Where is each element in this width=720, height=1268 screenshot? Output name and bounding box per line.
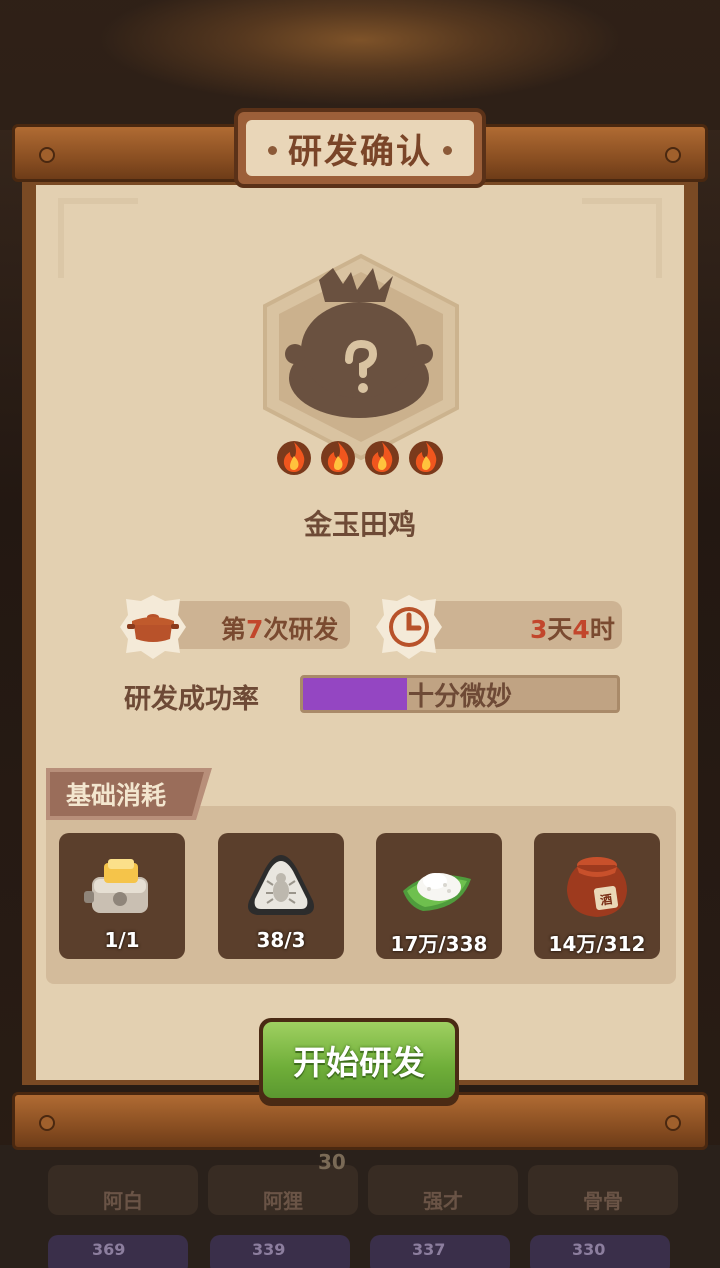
title-dot	[268, 146, 277, 155]
start-research-button-face[interactable]: 开始研发	[263, 1022, 455, 1098]
dialog-title: 研发确认	[288, 131, 432, 172]
consumption-title: 基础消耗	[66, 781, 167, 810]
success-rate-label: 研发成功率	[124, 684, 259, 715]
title-plaque-inner: 研发确认	[246, 120, 474, 176]
toaster-icon	[84, 859, 148, 913]
consumption-item[interactable]: 17万/338	[376, 833, 502, 959]
title-plaque: 研发确认	[234, 108, 486, 188]
rice-on-leaf-icon	[403, 873, 471, 911]
clock-icon	[376, 595, 442, 659]
research-count: 第7次研发	[221, 615, 339, 644]
roller-knob	[665, 1115, 681, 1131]
background-character-name: 骨骨	[583, 1189, 623, 1213]
consumption-item[interactable]: 38/3	[218, 833, 344, 959]
wine-jar-icon: 酒	[567, 857, 627, 917]
flame-icon	[321, 441, 355, 475]
roller-knob	[665, 147, 681, 163]
success-rate-bar: 十分微妙	[300, 675, 620, 713]
background-level: 330	[572, 1240, 606, 1259]
dish-name: 金玉田鸡	[303, 508, 416, 541]
item-count: 14万/312	[548, 932, 646, 956]
item-count: 17万/338	[390, 932, 488, 956]
start-research-button[interactable]: 开始研发	[259, 1018, 459, 1106]
corner-ornament	[582, 198, 662, 278]
research-duration: 3天4时	[530, 615, 615, 644]
game-screen: 阿白 阿狸 强才 骨骨 30 369 339 337 330 研发确认 金玉田鸡…	[0, 0, 720, 1268]
title-dot	[443, 146, 452, 155]
background-level: 337	[412, 1240, 446, 1259]
item-count: 38/3	[256, 928, 306, 952]
corner-ornament	[58, 198, 138, 278]
svg-text:酒: 酒	[599, 892, 613, 908]
start-research-label: 开始研发	[293, 1043, 425, 1082]
background-character-name: 阿白	[103, 1189, 143, 1213]
consumption-item[interactable]: 酒 14万/312	[534, 833, 660, 959]
background-level: 339	[252, 1240, 286, 1259]
difficulty-flames	[277, 441, 443, 475]
consumption-item[interactable]: 1/1	[59, 833, 185, 959]
background-level: 369	[92, 1240, 126, 1259]
unknown-dish-icon	[263, 253, 459, 461]
background-character-name: 强才	[423, 1189, 463, 1213]
bug-rice-ball-icon	[248, 855, 314, 915]
background-badge-number: 30	[318, 1150, 346, 1174]
background-character-name: 阿狸	[263, 1189, 303, 1213]
success-rate-text: 十分微妙	[407, 681, 512, 712]
flame-icon	[409, 441, 443, 475]
roller-knob	[39, 1115, 55, 1131]
roller-knob	[39, 147, 55, 163]
flame-icon	[365, 441, 399, 475]
pot-icon	[120, 595, 186, 659]
item-count: 1/1	[104, 928, 140, 952]
flame-icon	[277, 441, 311, 475]
